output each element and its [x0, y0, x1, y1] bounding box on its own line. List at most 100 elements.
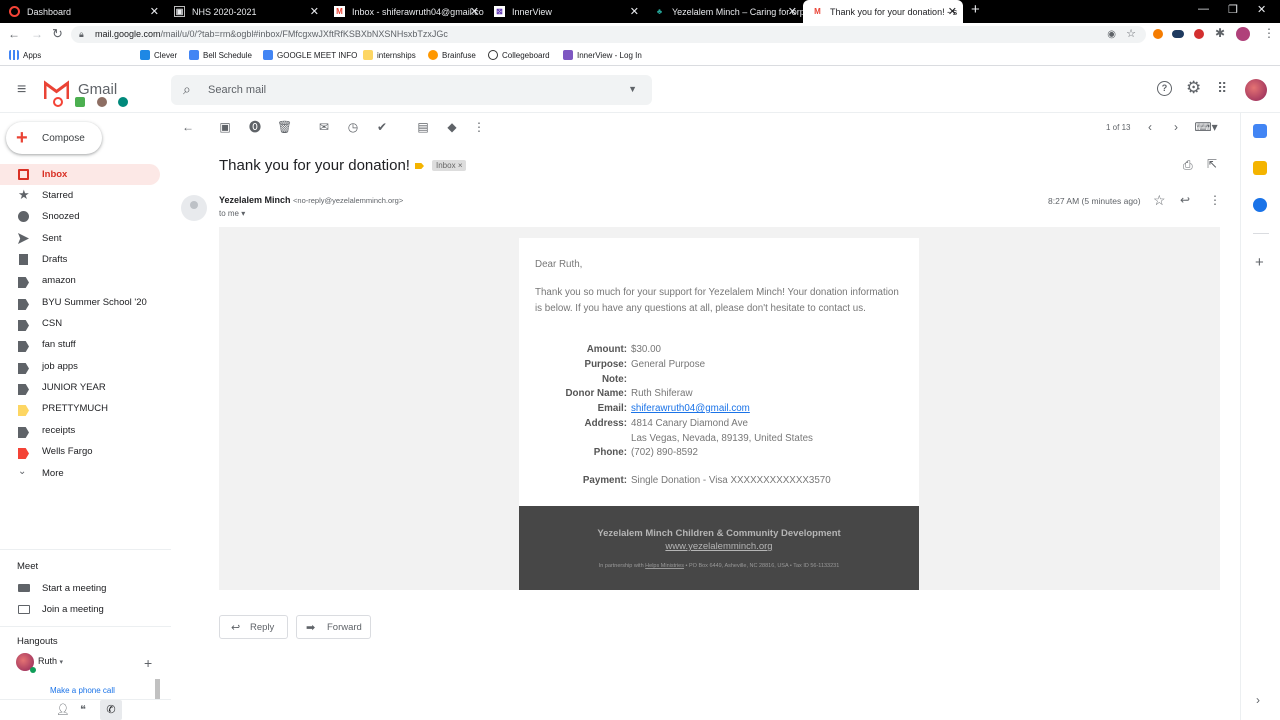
join-meeting-link[interactable]: Join a meeting — [42, 604, 104, 615]
sidebar-item-wells-fargo[interactable]: Wells Fargo — [0, 441, 160, 462]
search-bar[interactable]: ⌕ Search mail ▼ — [171, 75, 652, 105]
bookmark-internships[interactable]: internships — [363, 50, 416, 60]
bookmark-brainfuse[interactable]: Brainfuse — [428, 50, 476, 60]
sidebar-item-receipts[interactable]: receipts — [0, 420, 160, 441]
bookmark-bell-schedule[interactable]: Bell Schedule — [189, 50, 252, 60]
sender-line[interactable]: Yezelalem Minch <no-reply@yezelalemminch… — [219, 195, 403, 205]
helps-ministries-link[interactable]: Helps Ministries — [645, 563, 684, 569]
reply-button[interactable]: ↩ Reply — [219, 615, 288, 639]
sidebar-item-starred[interactable]: ★ Starred — [0, 185, 160, 206]
new-tab-button[interactable]: + — [971, 1, 980, 18]
reload-icon[interactable]: ↻ — [52, 26, 63, 42]
forward-arrow-icon[interactable]: → — [31, 27, 43, 41]
reply-arrow-icon[interactable]: ↩ — [1180, 193, 1190, 207]
sidebar-item-byu[interactable]: BYU Summer School '20 — [0, 292, 160, 313]
older-chevron-icon[interactable]: › — [1169, 120, 1183, 134]
sidebar-item-prettymuch[interactable]: PRETTYMUCH — [0, 398, 160, 419]
sidebar-item-inbox[interactable]: Inbox — [0, 164, 160, 185]
keep-icon[interactable] — [1253, 161, 1267, 175]
bookmark-clever[interactable]: Clever — [140, 50, 177, 60]
message-more-icon[interactable]: ⋮ — [1209, 193, 1221, 207]
extension-orange-icon[interactable] — [1153, 29, 1163, 39]
print-icon[interactable]: ⎙ — [1183, 158, 1193, 173]
bookmark-star-icon[interactable]: ☆ — [1126, 26, 1136, 43]
search-icon[interactable]: ⌕ — [183, 81, 191, 98]
get-addons-plus-icon[interactable]: + — [1255, 254, 1264, 271]
minimize-icon[interactable]: — — [1198, 3, 1209, 15]
bookmark-meet-info[interactable]: GOOGLE MEET INFO — [263, 50, 357, 60]
sidebar-item-csn[interactable]: CSN — [0, 313, 160, 334]
tab-thank-you-active[interactable]: M Thank you for your donation! - s ✕ — [803, 0, 963, 23]
sidebar-item-junior-year[interactable]: JUNIOR YEAR — [0, 377, 160, 398]
open-new-window-icon[interactable]: ⇱ — [1207, 157, 1217, 171]
extension-cloud-icon[interactable] — [1172, 30, 1184, 38]
search-input[interactable]: Search mail — [208, 84, 266, 96]
bookmark-innerview[interactable]: InnerView - Log In — [563, 50, 642, 60]
profile-avatar-icon[interactable] — [1236, 27, 1250, 41]
hangouts-user[interactable]: Ruth ▾ — [38, 656, 63, 666]
start-meeting-link[interactable]: Start a meeting — [42, 583, 106, 594]
mark-unread-icon[interactable]: ✉ — [317, 120, 331, 134]
help-icon[interactable]: ? — [1157, 81, 1172, 96]
close-tab-icon[interactable]: ✕ — [948, 5, 957, 18]
close-tab-icon[interactable]: ✕ — [150, 5, 159, 18]
eye-icon[interactable]: ◉ — [1107, 26, 1116, 43]
address-bar[interactable]: 🔒︎ mail.google.com/mail/u/0/?tab=rm&ogbl… — [71, 26, 1146, 43]
tab-yezelalem[interactable]: ♣ Yezelalem Minch – Caring for orp ✕ — [645, 0, 803, 23]
person-icon[interactable]: 👤︎ — [56, 703, 70, 716]
sidebar-item-sent[interactable]: Sent — [0, 228, 160, 249]
back-to-inbox-arrow-icon[interactable]: ← — [181, 120, 195, 134]
sidebar-item-drafts[interactable]: Drafts — [0, 249, 160, 270]
snooze-clock-icon[interactable]: ◷ — [346, 120, 360, 134]
remove-label-icon[interactable]: × — [458, 161, 463, 170]
puzzle-icon[interactable]: ✱ — [1215, 26, 1225, 40]
expand-panel-chevron-icon[interactable]: › — [1256, 693, 1260, 707]
make-phone-call-link[interactable]: Make a phone call — [50, 686, 115, 695]
move-to-folder-icon[interactable]: ▤ — [416, 120, 430, 134]
close-tab-icon[interactable]: ✕ — [310, 5, 319, 18]
phone-icon[interactable]: ✆ — [100, 700, 122, 720]
more-options-icon[interactable]: ⋮ — [472, 120, 486, 134]
archive-icon[interactable]: ▣ — [218, 120, 232, 134]
close-tab-icon[interactable]: ✕ — [470, 5, 479, 18]
forward-button[interactable]: ➡ Forward — [296, 615, 371, 639]
hangouts-quote-icon[interactable]: ❝ — [80, 703, 86, 716]
search-options-caret-icon[interactable]: ▼ — [628, 84, 637, 94]
close-tab-icon[interactable]: ✕ — [630, 5, 639, 18]
close-window-icon[interactable]: ✕ — [1257, 3, 1266, 16]
importance-marker-icon[interactable] — [415, 163, 424, 169]
sidebar-item-amazon[interactable]: amazon — [0, 270, 160, 291]
footer-website-link[interactable]: www.yezelalemminch.org — [519, 541, 919, 552]
sidebar-item-fan-stuff[interactable]: fan stuff — [0, 334, 160, 355]
settings-gear-icon[interactable]: ⚙ — [1186, 78, 1201, 98]
labels-icon[interactable]: ◆ — [445, 120, 459, 134]
tab-dashboard[interactable]: Dashboard ✕ — [0, 0, 165, 23]
input-tools-keyboard-icon[interactable]: ⌨▾ — [1194, 120, 1218, 134]
sidebar-item-more[interactable]: ⌄ More — [0, 463, 160, 484]
calendar-icon[interactable] — [1253, 124, 1267, 138]
donor-email-link[interactable]: shiferawruth04@gmail.com — [631, 403, 750, 414]
close-tab-icon[interactable]: ✕ — [788, 5, 797, 18]
compose-button[interactable]: + Compose — [6, 122, 102, 154]
menu-dots-icon[interactable]: ⋮ — [1263, 26, 1275, 40]
newer-chevron-icon[interactable]: ‹ — [1143, 120, 1157, 134]
tasks-icon[interactable] — [1253, 198, 1267, 212]
bookmark-collegeboard[interactable]: Collegeboard — [488, 50, 550, 60]
maximize-icon[interactable]: ❐ — [1228, 3, 1238, 16]
sidebar-item-snoozed[interactable]: Snoozed — [0, 206, 160, 227]
tab-nhs[interactable]: ▣ NHS 2020-2021 ✕ — [165, 0, 325, 23]
gmail-logo-icon[interactable] — [43, 80, 70, 99]
add-to-tasks-icon[interactable]: ✔ — [375, 120, 389, 134]
sidebar-item-job-apps[interactable]: job apps — [0, 356, 160, 377]
apps-grid-icon[interactable]: ⠿ — [1217, 80, 1227, 97]
inbox-label-chip[interactable]: Inbox × — [432, 160, 467, 171]
account-avatar[interactable] — [1245, 79, 1267, 101]
tab-innerview[interactable]: ⊠ InnerView ✕ — [485, 0, 645, 23]
report-spam-icon[interactable]: ⓿ — [248, 120, 262, 134]
new-conversation-plus-icon[interactable]: + — [144, 655, 152, 671]
extension-red-icon[interactable] — [1194, 29, 1204, 39]
bookmark-apps[interactable]: Apps — [9, 50, 41, 60]
tab-inbox[interactable]: M Inbox - shiferawruth04@gmail.co ✕ — [325, 0, 485, 23]
sidebar-scrollbar[interactable] — [155, 679, 160, 699]
recipients-toggle[interactable]: to me ▾ — [219, 209, 245, 218]
